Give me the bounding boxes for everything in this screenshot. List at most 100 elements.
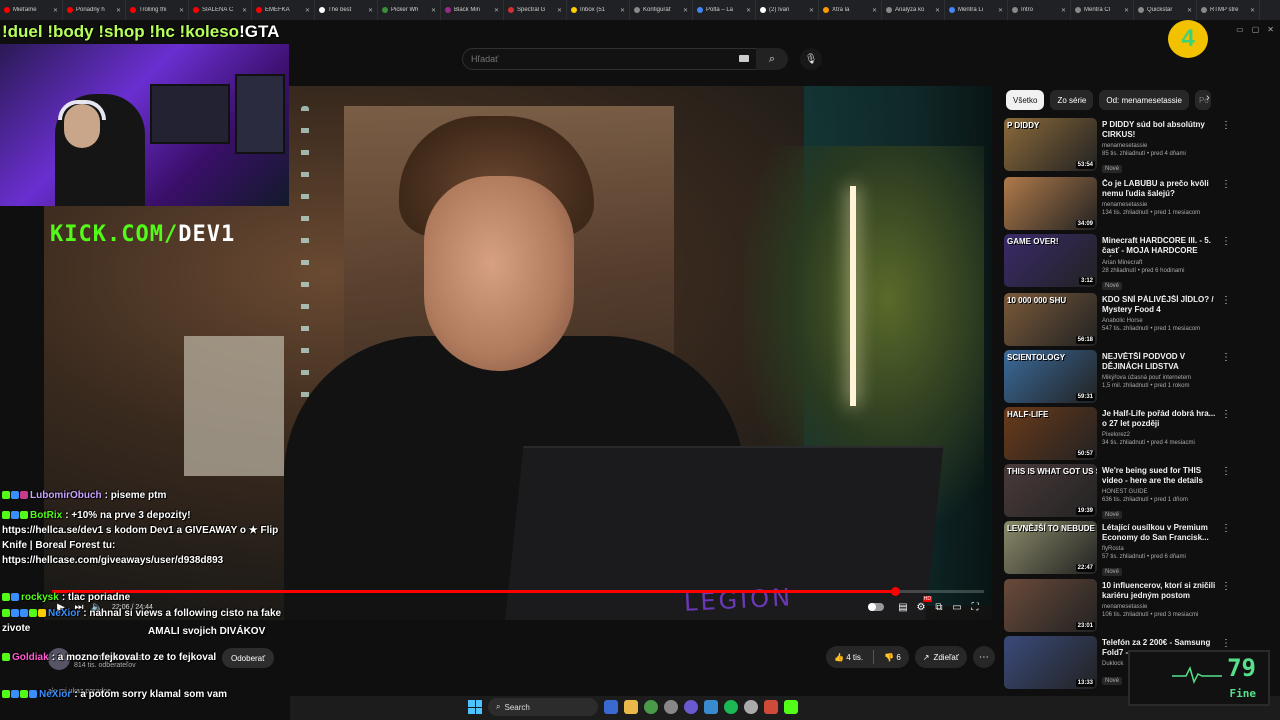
video-title[interactable]: Je Half-Life pořád dobrá hra... o 27 let… [1102,409,1220,429]
document-icon[interactable] [704,700,718,714]
video-thumbnail[interactable]: 34:09 [1004,177,1097,230]
taskbar-search[interactable]: ⌕ Search [488,698,598,716]
browser-tab[interactable]: Polta – La ✕ [693,0,756,20]
chat-username[interactable]: NeXior [48,608,80,619]
tab-close-icon[interactable]: ✕ [683,7,688,14]
chrome-icon[interactable] [644,700,658,714]
task-view-icon[interactable] [604,700,618,714]
more-actions-button[interactable]: ⋯ [972,646,995,668]
video-menu-icon[interactable]: ⋮ [1221,409,1231,420]
theater-button[interactable]: ▭ [948,599,966,615]
recommended-video[interactable]: GAME OVER! 3:12 Minecraft HARDCORE III. - … [1004,234,1236,290]
tab-close-icon[interactable]: ✕ [494,7,499,14]
browser-tab[interactable]: Mentra Cl ✕ [1071,0,1134,20]
app-icon-2[interactable] [764,700,778,714]
browser-tab[interactable]: Mentra Li ✕ [945,0,1008,20]
video-title[interactable]: Létající ousílkou v Premium Economy do S… [1102,523,1220,543]
restore-icon[interactable]: ▢ [1252,25,1260,34]
spotify-icon[interactable] [724,700,738,714]
video-channel[interactable]: flyRosta [1102,546,1220,552]
video-menu-icon[interactable]: ⋮ [1221,523,1231,534]
browser-tab[interactable]: Picker Wh ✕ [378,0,441,20]
video-menu-icon[interactable]: ⋮ [1221,352,1231,363]
video-thumbnail[interactable]: 23:01 [1004,579,1097,632]
video-channel[interactable]: menamesetassie [1102,143,1220,149]
video-menu-icon[interactable]: ⋮ [1221,638,1231,649]
video-thumbnail[interactable]: LEVNĚJŠÍ TO NEBUDE 22:47 [1004,521,1097,574]
tab-close-icon[interactable]: ✕ [557,7,562,14]
browser-tab[interactable]: Analýza ko ✕ [882,0,945,20]
windows-start-icon[interactable] [468,700,482,714]
recommended-video[interactable]: THIS IS WHAT GOT US SUED 19:39 We're being… [1004,464,1236,519]
miniplayer-button[interactable]: ⧉ [930,599,948,615]
chips-next-button[interactable]: › [1206,92,1210,104]
browser-tab[interactable]: Poriadny h ✕ [63,0,126,20]
video-title[interactable]: NEJVĚTŠÍ PODVOD V DĚJINÁCH LIDSTVA [1102,352,1220,372]
tab-close-icon[interactable]: ✕ [116,7,121,14]
recommended-video[interactable]: P DIDDY 53:54 P DIDDY súd bol absolútny CI… [1004,118,1236,173]
browser-tab[interactable]: (2) Ivan ✕ [756,0,819,20]
share-button[interactable]: ↗ Zdieľať [914,646,967,668]
video-channel[interactable]: menamesetassie [1102,604,1220,610]
tab-close-icon[interactable]: ✕ [998,7,1003,14]
chat-username[interactable]: NeXior [39,689,71,700]
tab-close-icon[interactable]: ✕ [242,7,247,14]
tab-close-icon[interactable]: ✕ [935,7,940,14]
video-thumbnail[interactable]: SCIENTOLOGY 59:31 [1004,350,1097,403]
video-menu-icon[interactable]: ⋮ [1221,179,1231,190]
recommended-video[interactable]: 23:01 10 influencerov, ktorí si zničili k… [1004,579,1236,633]
browser-tab[interactable]: Quickstar ✕ [1134,0,1197,20]
browser-tab[interactable]: Xtra la ✕ [819,0,882,20]
chat-username[interactable]: LubomirObuch [30,490,102,501]
video-title[interactable]: P DIDDY súd bol absolútny CIRKUS! [1102,120,1220,140]
video-title[interactable]: We're being sued for THIS video - here a… [1102,466,1220,486]
browser-tab[interactable]: Trolling thi ✕ [126,0,189,20]
video-channel[interactable]: HONEST GUIDE [1102,489,1220,495]
tab-close-icon[interactable]: ✕ [1124,7,1129,14]
search-button[interactable]: ⌕ [756,48,788,70]
video-title[interactable]: Čo je LABUBU a prečo kvôli nemu ľudia ša… [1102,179,1220,199]
close-icon[interactable]: ✕ [1267,25,1274,34]
keyboard-icon[interactable] [739,55,749,62]
discord-icon[interactable] [684,700,698,714]
video-menu-icon[interactable]: ⋮ [1221,466,1231,477]
chat-username[interactable]: rockysk [21,592,59,603]
recommended-video[interactable]: 34:09 Čo je LABUBU a prečo kvôli nemu ľud… [1004,177,1236,231]
tab-close-icon[interactable]: ✕ [1250,7,1255,14]
video-menu-icon[interactable]: ⋮ [1221,236,1231,247]
tab-close-icon[interactable]: ✕ [431,7,436,14]
video-title[interactable]: 10 influencerov, ktorí si zničili kariér… [1102,581,1220,601]
video-thumbnail[interactable]: P DIDDY 53:54 [1004,118,1097,171]
video-channel[interactable]: Mikýřova úžasná pouť internetem [1102,375,1220,381]
video-title[interactable]: Minecraft HARDCORE III. - 5. časť - MOJA… [1102,236,1220,257]
search-input[interactable] [463,49,723,69]
video-menu-icon[interactable]: ⋮ [1221,120,1231,131]
app-icon-1[interactable] [664,700,678,714]
tab-close-icon[interactable]: ✕ [179,7,184,14]
tab-close-icon[interactable]: ✕ [305,7,310,14]
tab-close-icon[interactable]: ✕ [368,7,373,14]
browser-tab[interactable]: Mieťame ✕ [0,0,63,20]
browser-tab[interactable]: The best ✕ [315,0,378,20]
filter-chip[interactable]: Od: menamesetassie [1099,90,1189,110]
settings-button[interactable]: ⚙ HD [912,596,932,615]
recommended-video[interactable]: SCIENTOLOGY 59:31 NEJVĚTŠÍ PODVOD V DĚJINÁ… [1004,350,1236,404]
fullscreen-button[interactable]: ⛶ [966,599,984,615]
browser-tab[interactable]: SIALENÁ Č ✕ [189,0,252,20]
filter-chip[interactable]: Všetko [1006,90,1045,110]
tab-close-icon[interactable]: ✕ [809,7,814,14]
voice-search-button[interactable]: 🎙 [800,48,822,70]
video-channel[interactable]: Pixelorez2 [1102,432,1220,438]
video-channel[interactable]: menamesetassie [1102,202,1220,208]
tab-close-icon[interactable]: ✕ [1061,7,1066,14]
browser-tab[interactable]: Konfiguráť ✕ [630,0,693,20]
recommended-video[interactable]: HALF-LIFE 50:57 Je Half-Life pořád dobrá h… [1004,407,1236,461]
minimize-icon[interactable]: ▭ [1236,25,1244,34]
autoplay-toggle[interactable] [868,603,884,611]
tab-close-icon[interactable]: ✕ [620,7,625,14]
video-thumbnail[interactable]: THIS IS WHAT GOT US SUED 19:39 [1004,464,1097,517]
browser-tab[interactable]: EMEFKA ✕ [252,0,315,20]
kick-icon[interactable] [784,700,798,714]
video-channel[interactable]: Arian Minecraft [1102,260,1220,266]
tab-close-icon[interactable]: ✕ [872,7,877,14]
